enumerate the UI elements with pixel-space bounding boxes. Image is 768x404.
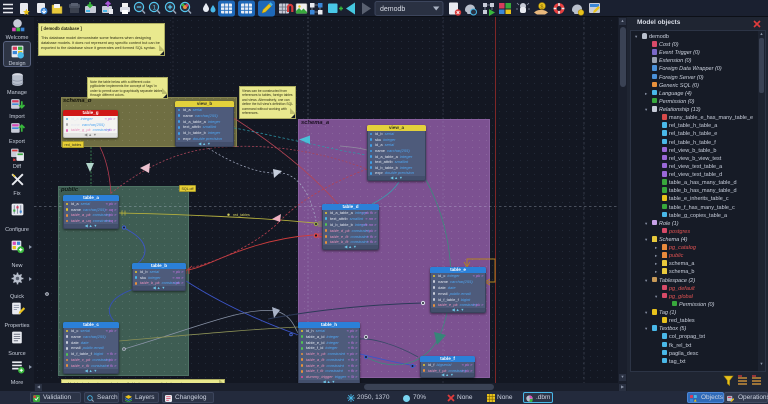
svg-text:$: $	[540, 4, 543, 10]
svg-text:1: 1	[153, 4, 157, 11]
svg-text:demodb: demodb	[380, 6, 405, 13]
svg-text:red_tables: red_tables	[233, 213, 250, 217]
